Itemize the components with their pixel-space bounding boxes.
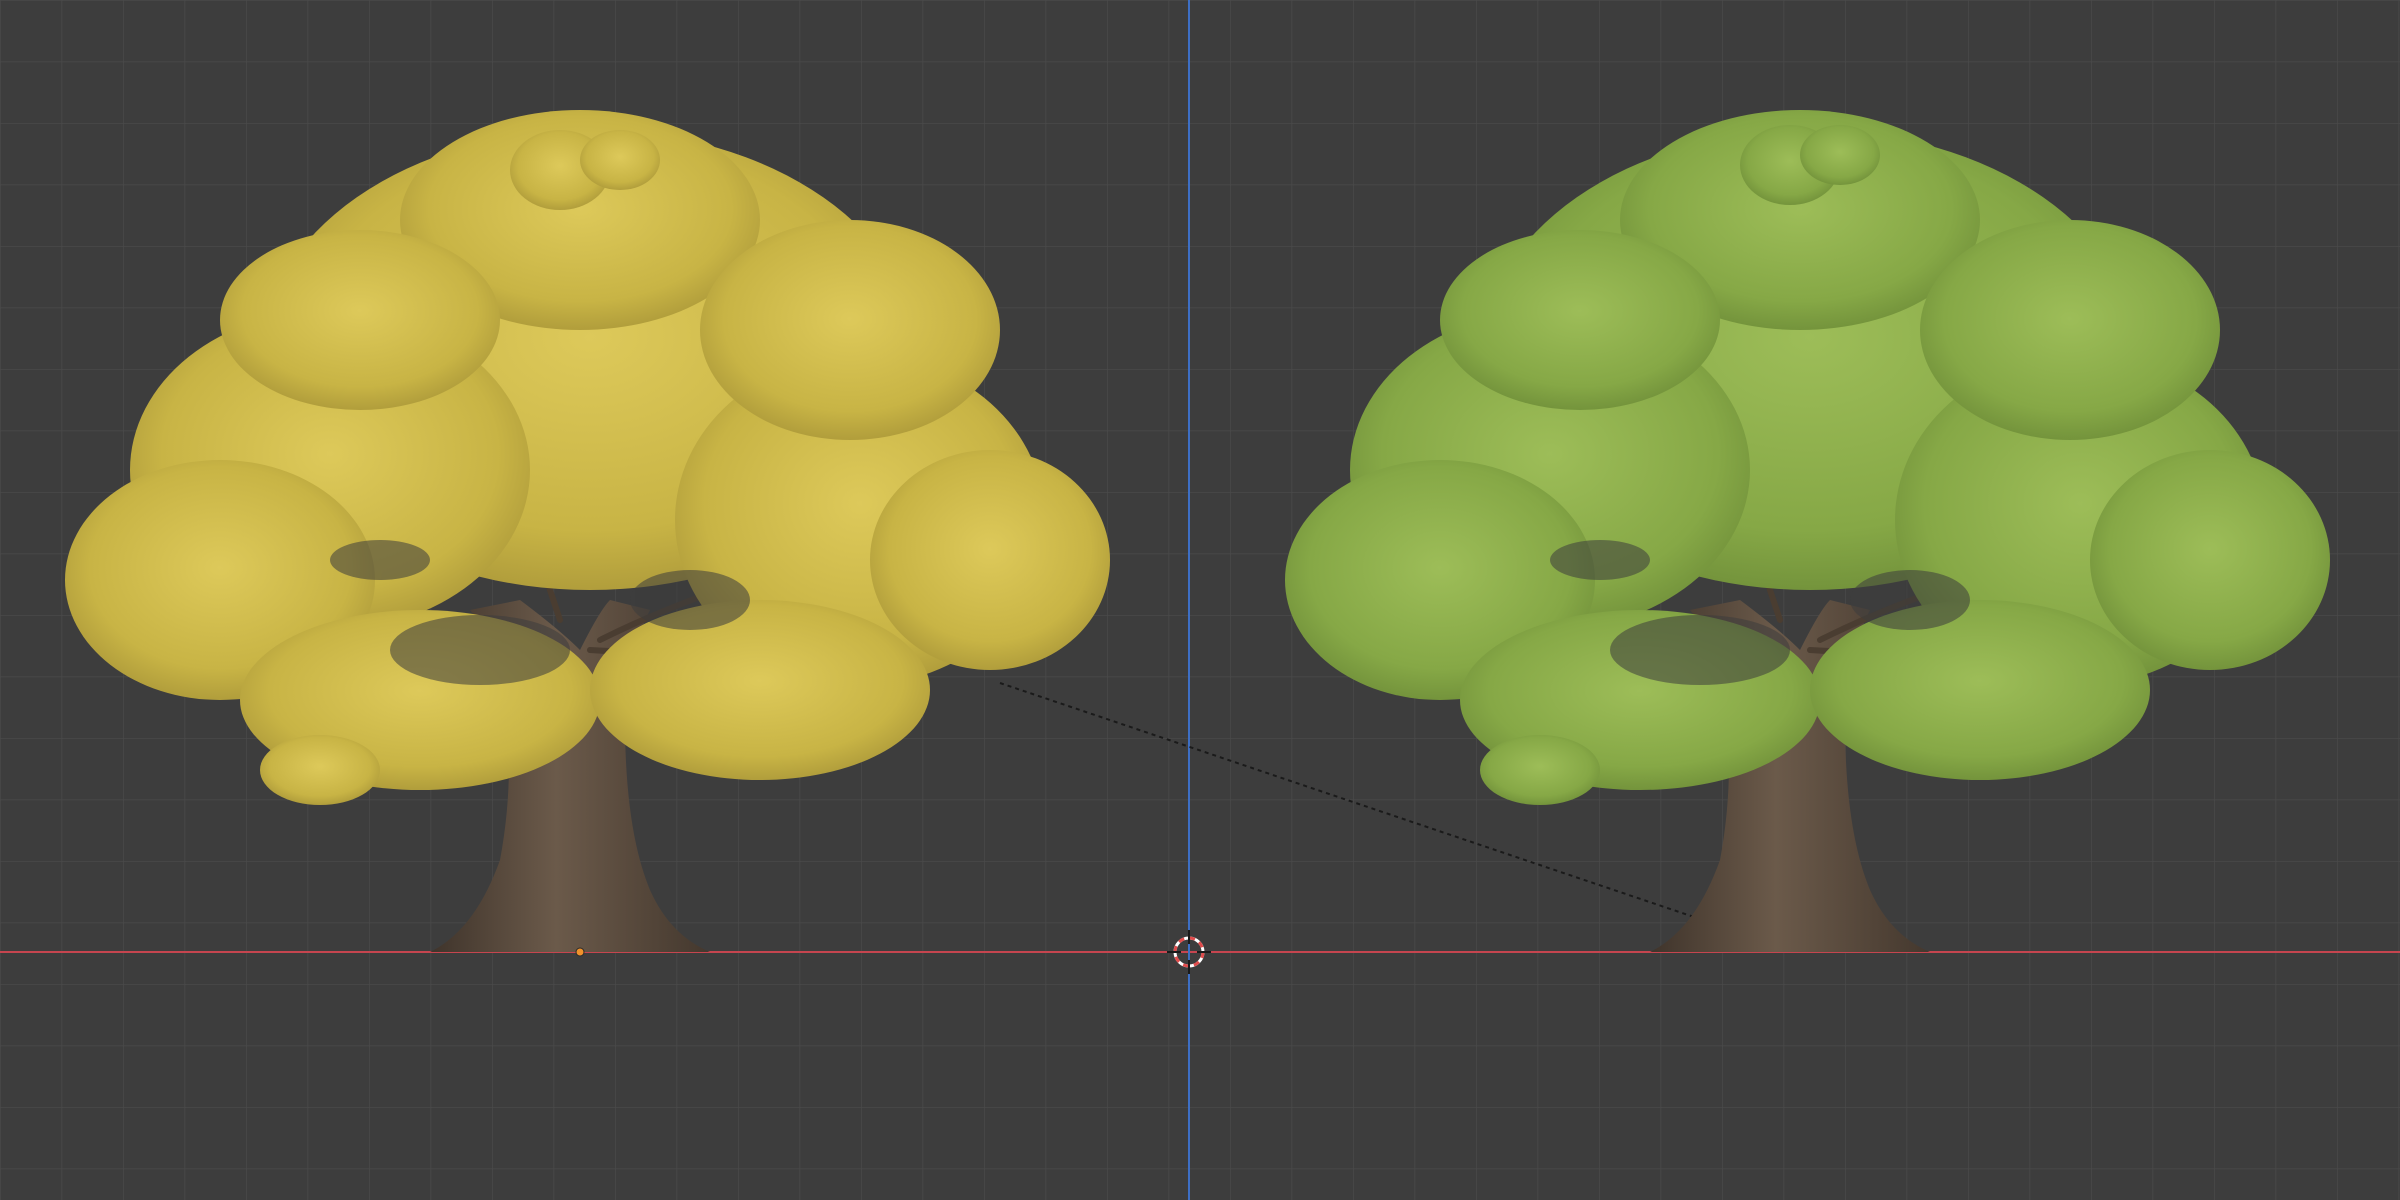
3d-viewport[interactable]: [0, 0, 2400, 1200]
object-origin-icon[interactable]: [575, 947, 585, 957]
viewport-canvas[interactable]: [0, 0, 2400, 1200]
